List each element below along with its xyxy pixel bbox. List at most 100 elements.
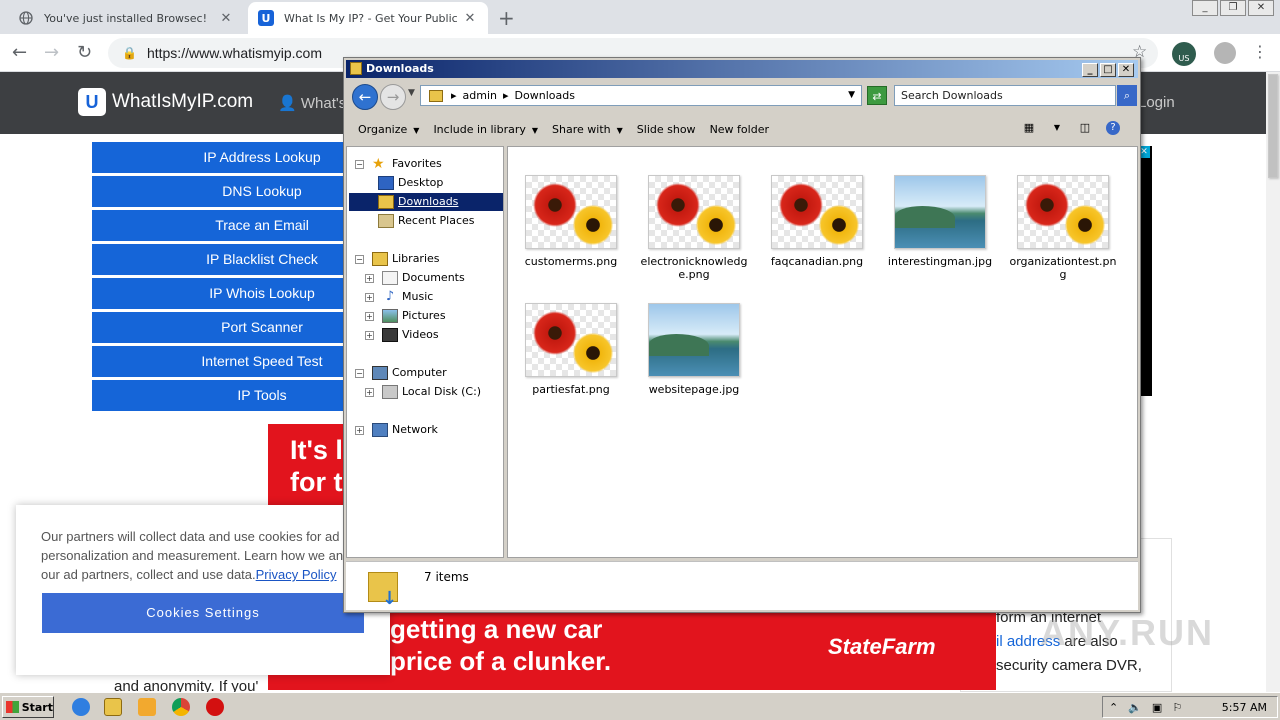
reload-icon[interactable]: ↻ bbox=[77, 42, 92, 63]
minimize-icon[interactable]: _ bbox=[1082, 63, 1098, 77]
new-tab-button[interactable]: + bbox=[498, 6, 515, 30]
nav-computer[interactable]: − Computer bbox=[355, 364, 447, 382]
nav-music[interactable]: + ♪ Music bbox=[365, 288, 433, 306]
scrollbar-thumb[interactable] bbox=[1268, 74, 1278, 178]
profile-avatar-icon[interactable] bbox=[1214, 42, 1236, 64]
nav-local-disk[interactable]: + Local Disk (C:) bbox=[365, 383, 481, 401]
image-thumbnail bbox=[648, 303, 740, 377]
header-nav-link[interactable]: 👤 What's bbox=[278, 94, 346, 112]
explorer-address-bar[interactable]: ▸ admin ▸ Downloads ▼ bbox=[420, 85, 862, 106]
image-thumbnail bbox=[525, 175, 617, 249]
file-name: partiesfat.png bbox=[532, 383, 610, 396]
file-item[interactable]: organizationtest.png bbox=[1008, 175, 1118, 281]
breadcrumb-separator: ▸ bbox=[503, 89, 509, 102]
nav-desktop[interactable]: Desktop bbox=[378, 174, 443, 192]
tray-expand-icon[interactable]: ⌃ bbox=[1109, 701, 1118, 714]
expand-icon[interactable]: + bbox=[365, 311, 374, 321]
preview-pane-icon[interactable]: ◫ bbox=[1078, 121, 1092, 135]
network-tray-icon[interactable]: ▣ bbox=[1152, 701, 1162, 714]
forward-arrow-icon[interactable]: → bbox=[380, 84, 406, 110]
close-tab-icon[interactable]: ✕ bbox=[462, 11, 478, 26]
explorer-title-bar[interactable]: Downloads _ □ ✕ bbox=[346, 60, 1138, 78]
help-icon[interactable]: ? bbox=[1106, 121, 1120, 135]
details-pane: ↓ 7 items bbox=[346, 561, 1138, 610]
expand-icon[interactable]: + bbox=[365, 273, 374, 283]
nav-network[interactable]: + Network bbox=[355, 421, 438, 439]
address-dropdown-icon[interactable]: ▼ bbox=[848, 86, 855, 105]
page-scrollbar[interactable] bbox=[1266, 72, 1280, 692]
nav-videos[interactable]: + Videos bbox=[365, 326, 439, 344]
start-button[interactable]: Start bbox=[2, 696, 54, 718]
share-with-menu[interactable]: Share with ▼ bbox=[552, 123, 623, 136]
refresh-icon[interactable]: ⇄ bbox=[867, 86, 887, 105]
cookies-settings-button[interactable]: Cookies Settings bbox=[42, 593, 364, 633]
explorer-window: Downloads _ □ ✕ ← → ▼ ▸ admin ▸ Download… bbox=[343, 57, 1141, 613]
login-link[interactable]: Login bbox=[1138, 94, 1175, 111]
recent-places-icon bbox=[378, 214, 394, 228]
nav-label: Pictures bbox=[402, 309, 446, 322]
tab-browsec[interactable]: You've just installed Browsec! ✕ bbox=[8, 2, 244, 34]
cookie-message: Our partners will collect data and use c… bbox=[41, 527, 371, 584]
back-arrow-icon[interactable]: ← bbox=[352, 84, 378, 110]
volume-icon[interactable]: 🔈 bbox=[1128, 701, 1142, 714]
search-icon[interactable]: ⌕ bbox=[1117, 85, 1137, 106]
site-logo[interactable]: U WhatIsMyIP.com bbox=[78, 88, 253, 116]
system-tray: ⌃ 🔈 ▣ ⚐ 5:57 AM bbox=[1102, 696, 1278, 718]
collapse-icon[interactable]: − bbox=[355, 159, 364, 169]
close-window-icon[interactable]: ✕ bbox=[1248, 0, 1274, 16]
forward-arrow-icon[interactable]: → bbox=[44, 42, 59, 63]
close-icon[interactable]: ✕ bbox=[1118, 63, 1134, 77]
expand-icon[interactable]: + bbox=[365, 330, 374, 340]
collapse-icon[interactable]: − bbox=[355, 368, 364, 378]
view-dropdown-icon[interactable]: ▼ bbox=[1050, 121, 1064, 135]
nav-libraries[interactable]: − Libraries bbox=[355, 250, 440, 268]
minimize-icon[interactable]: _ bbox=[1192, 0, 1218, 16]
tab-whatismyip[interactable]: U What Is My IP? - Get Your Public IP a … bbox=[248, 2, 488, 34]
back-arrow-icon[interactable]: ← bbox=[12, 42, 27, 63]
nav-favorites[interactable]: − ★ Favorites bbox=[355, 155, 442, 173]
file-item[interactable]: faqcanadian.png bbox=[762, 175, 872, 268]
expand-icon[interactable]: + bbox=[365, 387, 374, 397]
search-input[interactable]: Search Downloads bbox=[894, 85, 1116, 106]
close-tab-icon[interactable]: ✕ bbox=[218, 11, 234, 26]
tab-bar: You've just installed Browsec! ✕ U What … bbox=[0, 0, 1280, 34]
slide-show-button[interactable]: Slide show bbox=[637, 123, 696, 136]
stop-icon[interactable] bbox=[206, 698, 224, 716]
nav-recent-places[interactable]: Recent Places bbox=[378, 212, 475, 230]
nav-label: Downloads bbox=[398, 195, 459, 208]
browsec-extension-icon[interactable]: US bbox=[1172, 42, 1196, 66]
chrome-menu-icon[interactable]: ⋮ bbox=[1252, 42, 1268, 61]
media-player-icon[interactable] bbox=[138, 698, 156, 716]
restore-icon[interactable]: ❐ bbox=[1220, 0, 1246, 16]
maximize-icon[interactable]: □ bbox=[1100, 63, 1116, 77]
expand-icon[interactable]: + bbox=[365, 292, 374, 302]
history-dropdown-icon[interactable]: ▼ bbox=[408, 88, 415, 98]
action-center-flag-icon[interactable]: ⚐ bbox=[1172, 701, 1182, 714]
file-item[interactable]: websitepage.jpg bbox=[639, 303, 749, 396]
file-item[interactable]: partiesfat.png bbox=[516, 303, 626, 396]
internet-explorer-icon[interactable] bbox=[72, 698, 90, 716]
privacy-policy-link[interactable]: Privacy Policy bbox=[256, 567, 337, 582]
view-icon[interactable]: ▦ bbox=[1022, 121, 1036, 135]
file-item[interactable]: interestingman.jpg bbox=[885, 175, 995, 268]
organize-menu[interactable]: Organize ▼ bbox=[358, 123, 419, 136]
nav-downloads[interactable]: Downloads bbox=[349, 193, 503, 211]
nav-documents[interactable]: + Documents bbox=[365, 269, 465, 287]
breadcrumb-downloads[interactable]: Downloads bbox=[515, 86, 575, 105]
collapse-icon[interactable]: − bbox=[355, 254, 364, 264]
ad-banner-top[interactable]: It's l for t bbox=[268, 424, 348, 508]
nav-pictures[interactable]: + Pictures bbox=[365, 307, 446, 325]
tab-title: You've just installed Browsec! bbox=[44, 11, 208, 25]
new-folder-button[interactable]: New folder bbox=[710, 123, 769, 136]
chrome-icon[interactable] bbox=[172, 698, 190, 716]
breadcrumb-admin[interactable]: admin bbox=[463, 86, 497, 105]
libraries-icon bbox=[372, 252, 388, 266]
expand-icon[interactable]: + bbox=[355, 425, 364, 435]
image-thumbnail bbox=[648, 175, 740, 249]
clock[interactable]: 5:57 AM bbox=[1222, 701, 1267, 714]
header-nav-label: What's bbox=[300, 95, 347, 112]
file-item[interactable]: customerms.png bbox=[516, 175, 626, 268]
include-in-library-menu[interactable]: Include in library ▼ bbox=[433, 123, 538, 136]
file-item[interactable]: electronicknowledge.png bbox=[639, 175, 749, 281]
explorer-taskbar-icon[interactable] bbox=[104, 698, 122, 716]
